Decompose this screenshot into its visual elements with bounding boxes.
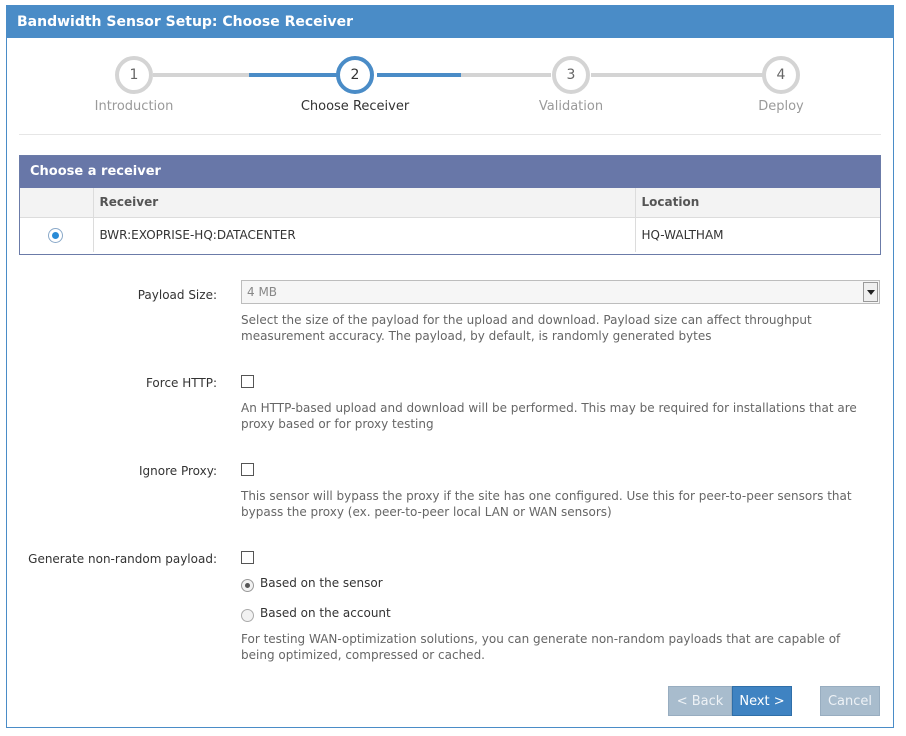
- wizard-track-5: [591, 73, 763, 77]
- payload-size-select[interactable]: 4 MB: [241, 280, 880, 304]
- force-http-help: An HTTP-based upload and download will b…: [241, 401, 857, 431]
- ignore-proxy-label: Ignore Proxy:: [138, 464, 217, 478]
- ignore-proxy-help: This sensor will bypass the proxy if the…: [241, 489, 852, 519]
- wizard-track-4: [461, 73, 551, 77]
- row-select-cell[interactable]: [20, 217, 94, 252]
- step-4-label: Deploy: [758, 99, 804, 114]
- step-4-circle[interactable]: 4: [762, 56, 800, 94]
- non-random-payload-label: Generate non-random payload:: [28, 552, 217, 566]
- step-2-circle[interactable]: 2: [336, 56, 374, 94]
- based-on-account-label[interactable]: Based on the account: [260, 606, 391, 620]
- location-column-header: Location: [635, 188, 880, 218]
- receiver-table: Receiver Location BWR:EXOPRISE-HQ:DATACE…: [20, 188, 880, 252]
- based-on-sensor-label[interactable]: Based on the sensor: [260, 576, 383, 590]
- force-http-label: Force HTTP:: [145, 376, 217, 390]
- location-cell: HQ-WALTHAM: [641, 227, 724, 242]
- receiver-panel: Choose a receiver Receiver Location BWR:…: [19, 155, 881, 255]
- based-on-account-radio[interactable]: [241, 609, 254, 622]
- step-1-label: Introduction: [94, 99, 174, 114]
- non-random-payload-help: For testing WAN-optimization solutions, …: [241, 632, 841, 662]
- step-3-circle[interactable]: 3: [552, 56, 590, 94]
- wizard-divider: [19, 134, 881, 135]
- step-3-label: Validation: [538, 99, 604, 114]
- receiver-column-header: Receiver: [93, 188, 636, 218]
- setup-dialog: Bandwidth Sensor Setup: Choose Receiver …: [6, 5, 894, 728]
- receiver-cell: BWR:EXOPRISE-HQ:DATACENTER: [93, 217, 636, 252]
- payload-size-help: Select the size of the payload for the u…: [241, 313, 812, 343]
- select-column-header: [20, 188, 94, 218]
- force-http-checkbox[interactable]: [241, 375, 254, 388]
- non-random-payload-checkbox[interactable]: [241, 551, 254, 564]
- payload-size-value: 4 MB: [247, 285, 278, 299]
- wizard-track-2: [249, 73, 345, 77]
- wizard-track-1: [153, 73, 249, 77]
- step-2-label: Choose Receiver: [300, 99, 410, 114]
- step-1-circle[interactable]: 1: [115, 56, 153, 94]
- receiver-panel-header: Choose a receiver: [20, 156, 880, 188]
- wizard-track-3: [377, 73, 461, 77]
- next-button[interactable]: Next >: [732, 686, 792, 716]
- ignore-proxy-checkbox[interactable]: [241, 463, 254, 476]
- receiver-radio-selected[interactable]: [48, 227, 63, 243]
- back-button[interactable]: < Back: [668, 686, 732, 716]
- dialog-title: Bandwidth Sensor Setup: Choose Receiver: [7, 6, 893, 38]
- payload-size-label: Payload Size:: [137, 288, 217, 302]
- table-row[interactable]: BWR:EXOPRISE-HQ:DATACENTER HQ-WALTHAM: [20, 217, 880, 252]
- chevron-down-icon[interactable]: [863, 282, 878, 302]
- cancel-button[interactable]: Cancel: [820, 686, 880, 716]
- wizard-steps: 1 2 3 4 Introduction Choose Receiver Val…: [7, 38, 893, 138]
- based-on-sensor-radio[interactable]: [241, 579, 254, 592]
